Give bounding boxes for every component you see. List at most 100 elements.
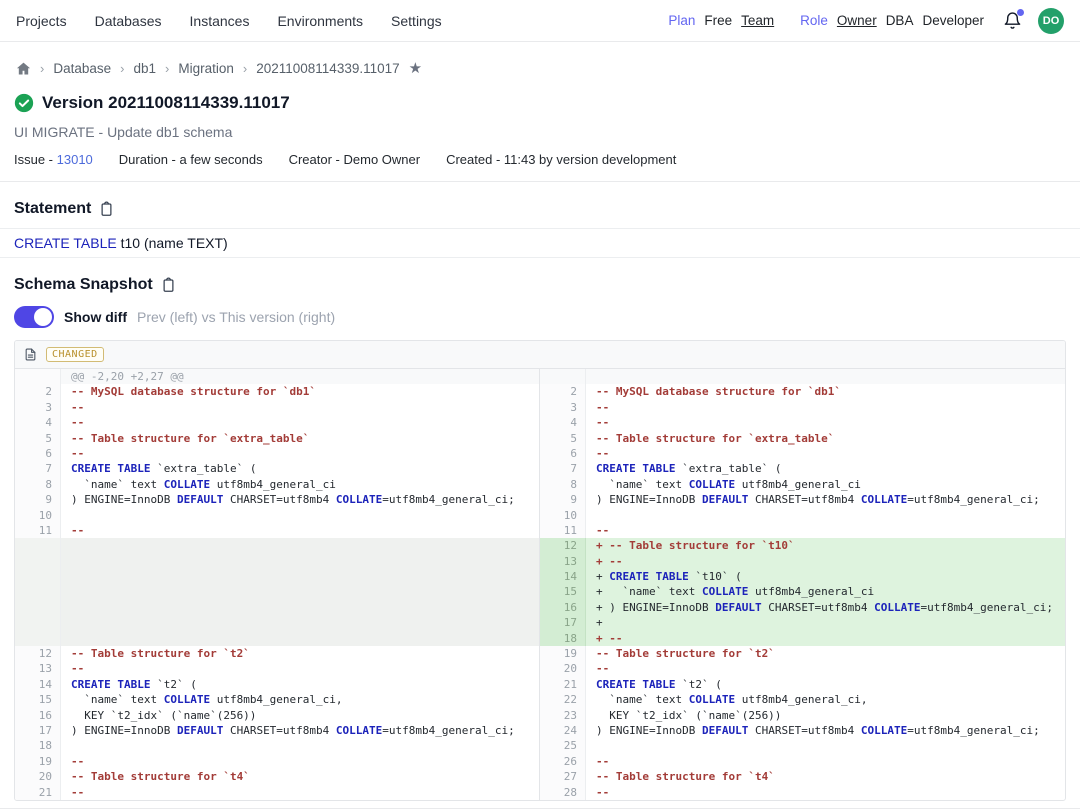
- breadcrumb-version[interactable]: 20211008114339.11017: [256, 61, 399, 76]
- breadcrumb-migration[interactable]: Migration: [178, 61, 234, 76]
- show-diff-toggle[interactable]: [14, 306, 54, 328]
- issue-link[interactable]: 13010: [57, 152, 93, 167]
- diff-line: 7CREATE TABLE `extra_table` (: [15, 461, 539, 476]
- clipboard-icon: [161, 277, 176, 293]
- code-text: CREATE TABLE `extra_table` (: [586, 461, 1065, 476]
- code-text: ) ENGINE=InnoDB DEFAULT CHARSET=utf8mb4 …: [61, 492, 539, 507]
- line-number: 21: [15, 785, 61, 800]
- diff-line: 23 KEY `t2_idx` (`name`(256)): [540, 708, 1065, 723]
- code-text: `name` text COLLATE utf8mb4_general_ci,: [61, 692, 539, 707]
- code-text: @@ -2,20 +2,27 @@: [61, 369, 539, 384]
- home-icon[interactable]: [16, 61, 31, 76]
- code-text: + --: [586, 554, 1065, 569]
- code-text: + -- Table structure for `t10`: [586, 538, 1065, 553]
- diff-line: 12-- Table structure for `t2`: [15, 646, 539, 661]
- show-diff-label: Show diff: [64, 309, 127, 325]
- diff-line: [15, 600, 539, 615]
- code-text: CREATE TABLE `t2` (: [586, 677, 1065, 692]
- line-number: 15: [15, 692, 61, 707]
- plan-free: Free: [704, 13, 732, 28]
- sql-rest: t10 (name TEXT): [117, 235, 228, 251]
- code-text: --: [61, 785, 539, 800]
- diff-line: [15, 615, 539, 630]
- diff-line: 11--: [540, 523, 1065, 538]
- code-text: --: [586, 415, 1065, 430]
- line-number: 22: [540, 692, 586, 707]
- diff-line: [15, 584, 539, 599]
- diff-line: 9) ENGINE=InnoDB DEFAULT CHARSET=utf8mb4…: [540, 492, 1065, 507]
- code-text: `name` text COLLATE utf8mb4_general_ci: [586, 477, 1065, 492]
- code-text: `name` text COLLATE utf8mb4_general_ci: [61, 477, 539, 492]
- diff-line: 15 `name` text COLLATE utf8mb4_general_c…: [15, 692, 539, 707]
- diff-body: @@ -2,20 +2,27 @@2-- MySQL database stru…: [15, 369, 1065, 800]
- nav-instances[interactable]: Instances: [190, 13, 250, 29]
- snapshot-heading: Schema Snapshot: [14, 276, 153, 294]
- line-number: 13: [540, 554, 586, 569]
- code-text: [61, 538, 539, 553]
- diff-line: 21CREATE TABLE `t2` (: [540, 677, 1065, 692]
- star-icon[interactable]: ★: [409, 59, 422, 77]
- diff-line: 16 KEY `t2_idx` (`name`(256)): [15, 708, 539, 723]
- nav-environments[interactable]: Environments: [277, 13, 363, 29]
- line-number: [15, 600, 61, 615]
- code-text: -- MySQL database structure for `db1`: [61, 384, 539, 399]
- line-number: 15: [540, 584, 586, 599]
- line-number: [15, 584, 61, 599]
- code-text: +: [586, 615, 1065, 630]
- code-text: -- Table structure for `t2`: [61, 646, 539, 661]
- diff-line: 10: [540, 508, 1065, 523]
- role-owner-link[interactable]: Owner: [837, 13, 877, 28]
- diff-line: 14+ CREATE TABLE `t10` (: [540, 569, 1065, 584]
- line-number: [15, 538, 61, 553]
- line-number: 9: [540, 492, 586, 507]
- notification-bell-button[interactable]: [1003, 11, 1023, 31]
- code-text: -- MySQL database structure for `db1`: [586, 384, 1065, 399]
- meta-creator: Creator - Demo Owner: [289, 152, 420, 167]
- line-number: 6: [540, 446, 586, 461]
- chevron-right-icon: ›: [243, 61, 247, 76]
- code-text: --: [586, 661, 1065, 676]
- line-number: 12: [540, 538, 586, 553]
- meta-issue: Issue - 13010: [14, 152, 93, 167]
- diff-line: 9) ENGINE=InnoDB DEFAULT CHARSET=utf8mb4…: [15, 492, 539, 507]
- copy-statement-button[interactable]: [99, 201, 114, 217]
- role-developer: Developer: [922, 13, 984, 28]
- code-text: --: [586, 754, 1065, 769]
- code-text: --: [61, 523, 539, 538]
- code-text: [61, 554, 539, 569]
- chevron-right-icon: ›: [40, 61, 44, 76]
- copy-snapshot-button[interactable]: [161, 277, 176, 293]
- diff-line: 20--: [540, 661, 1065, 676]
- line-number: 19: [540, 646, 586, 661]
- version-meta: Issue - 13010 Duration - a few seconds C…: [14, 152, 1064, 167]
- code-text: --: [586, 523, 1065, 538]
- line-number: 20: [15, 769, 61, 784]
- code-text: + `name` text COLLATE utf8mb4_general_ci: [586, 584, 1065, 599]
- line-number: [15, 631, 61, 646]
- diff-line: 8 `name` text COLLATE utf8mb4_general_ci: [540, 477, 1065, 492]
- line-number: 26: [540, 754, 586, 769]
- plan-team-link[interactable]: Team: [741, 13, 774, 28]
- code-text: -- Table structure for `t2`: [586, 646, 1065, 661]
- version-subtitle: UI MIGRATE - Update db1 schema: [14, 124, 1064, 140]
- code-text: --: [61, 400, 539, 415]
- file-icon: [24, 347, 37, 362]
- diff-line: 2-- MySQL database structure for `db1`: [15, 384, 539, 399]
- avatar[interactable]: DO: [1038, 8, 1064, 34]
- nav-settings[interactable]: Settings: [391, 13, 442, 29]
- line-number: 11: [15, 523, 61, 538]
- nav-projects[interactable]: Projects: [16, 13, 67, 29]
- statement-sql: CREATE TABLE t10 (name TEXT): [0, 228, 1080, 258]
- code-text: KEY `t2_idx` (`name`(256)): [586, 708, 1065, 723]
- sql-keyword: CREATE TABLE: [14, 235, 117, 251]
- main-menu: Projects Databases Instances Environment…: [16, 13, 442, 29]
- statement-heading: Statement: [14, 200, 91, 218]
- breadcrumb-database[interactable]: Database: [53, 61, 111, 76]
- line-number: 23: [540, 708, 586, 723]
- code-text: ) ENGINE=InnoDB DEFAULT CHARSET=utf8mb4 …: [586, 492, 1065, 507]
- code-text: ) ENGINE=InnoDB DEFAULT CHARSET=utf8mb4 …: [586, 723, 1065, 738]
- diff-toggle-row: Show diff Prev (left) vs This version (r…: [14, 306, 1064, 328]
- nav-databases[interactable]: Databases: [95, 13, 162, 29]
- diff-line: 13+ --: [540, 554, 1065, 569]
- breadcrumb-db1[interactable]: db1: [133, 61, 156, 76]
